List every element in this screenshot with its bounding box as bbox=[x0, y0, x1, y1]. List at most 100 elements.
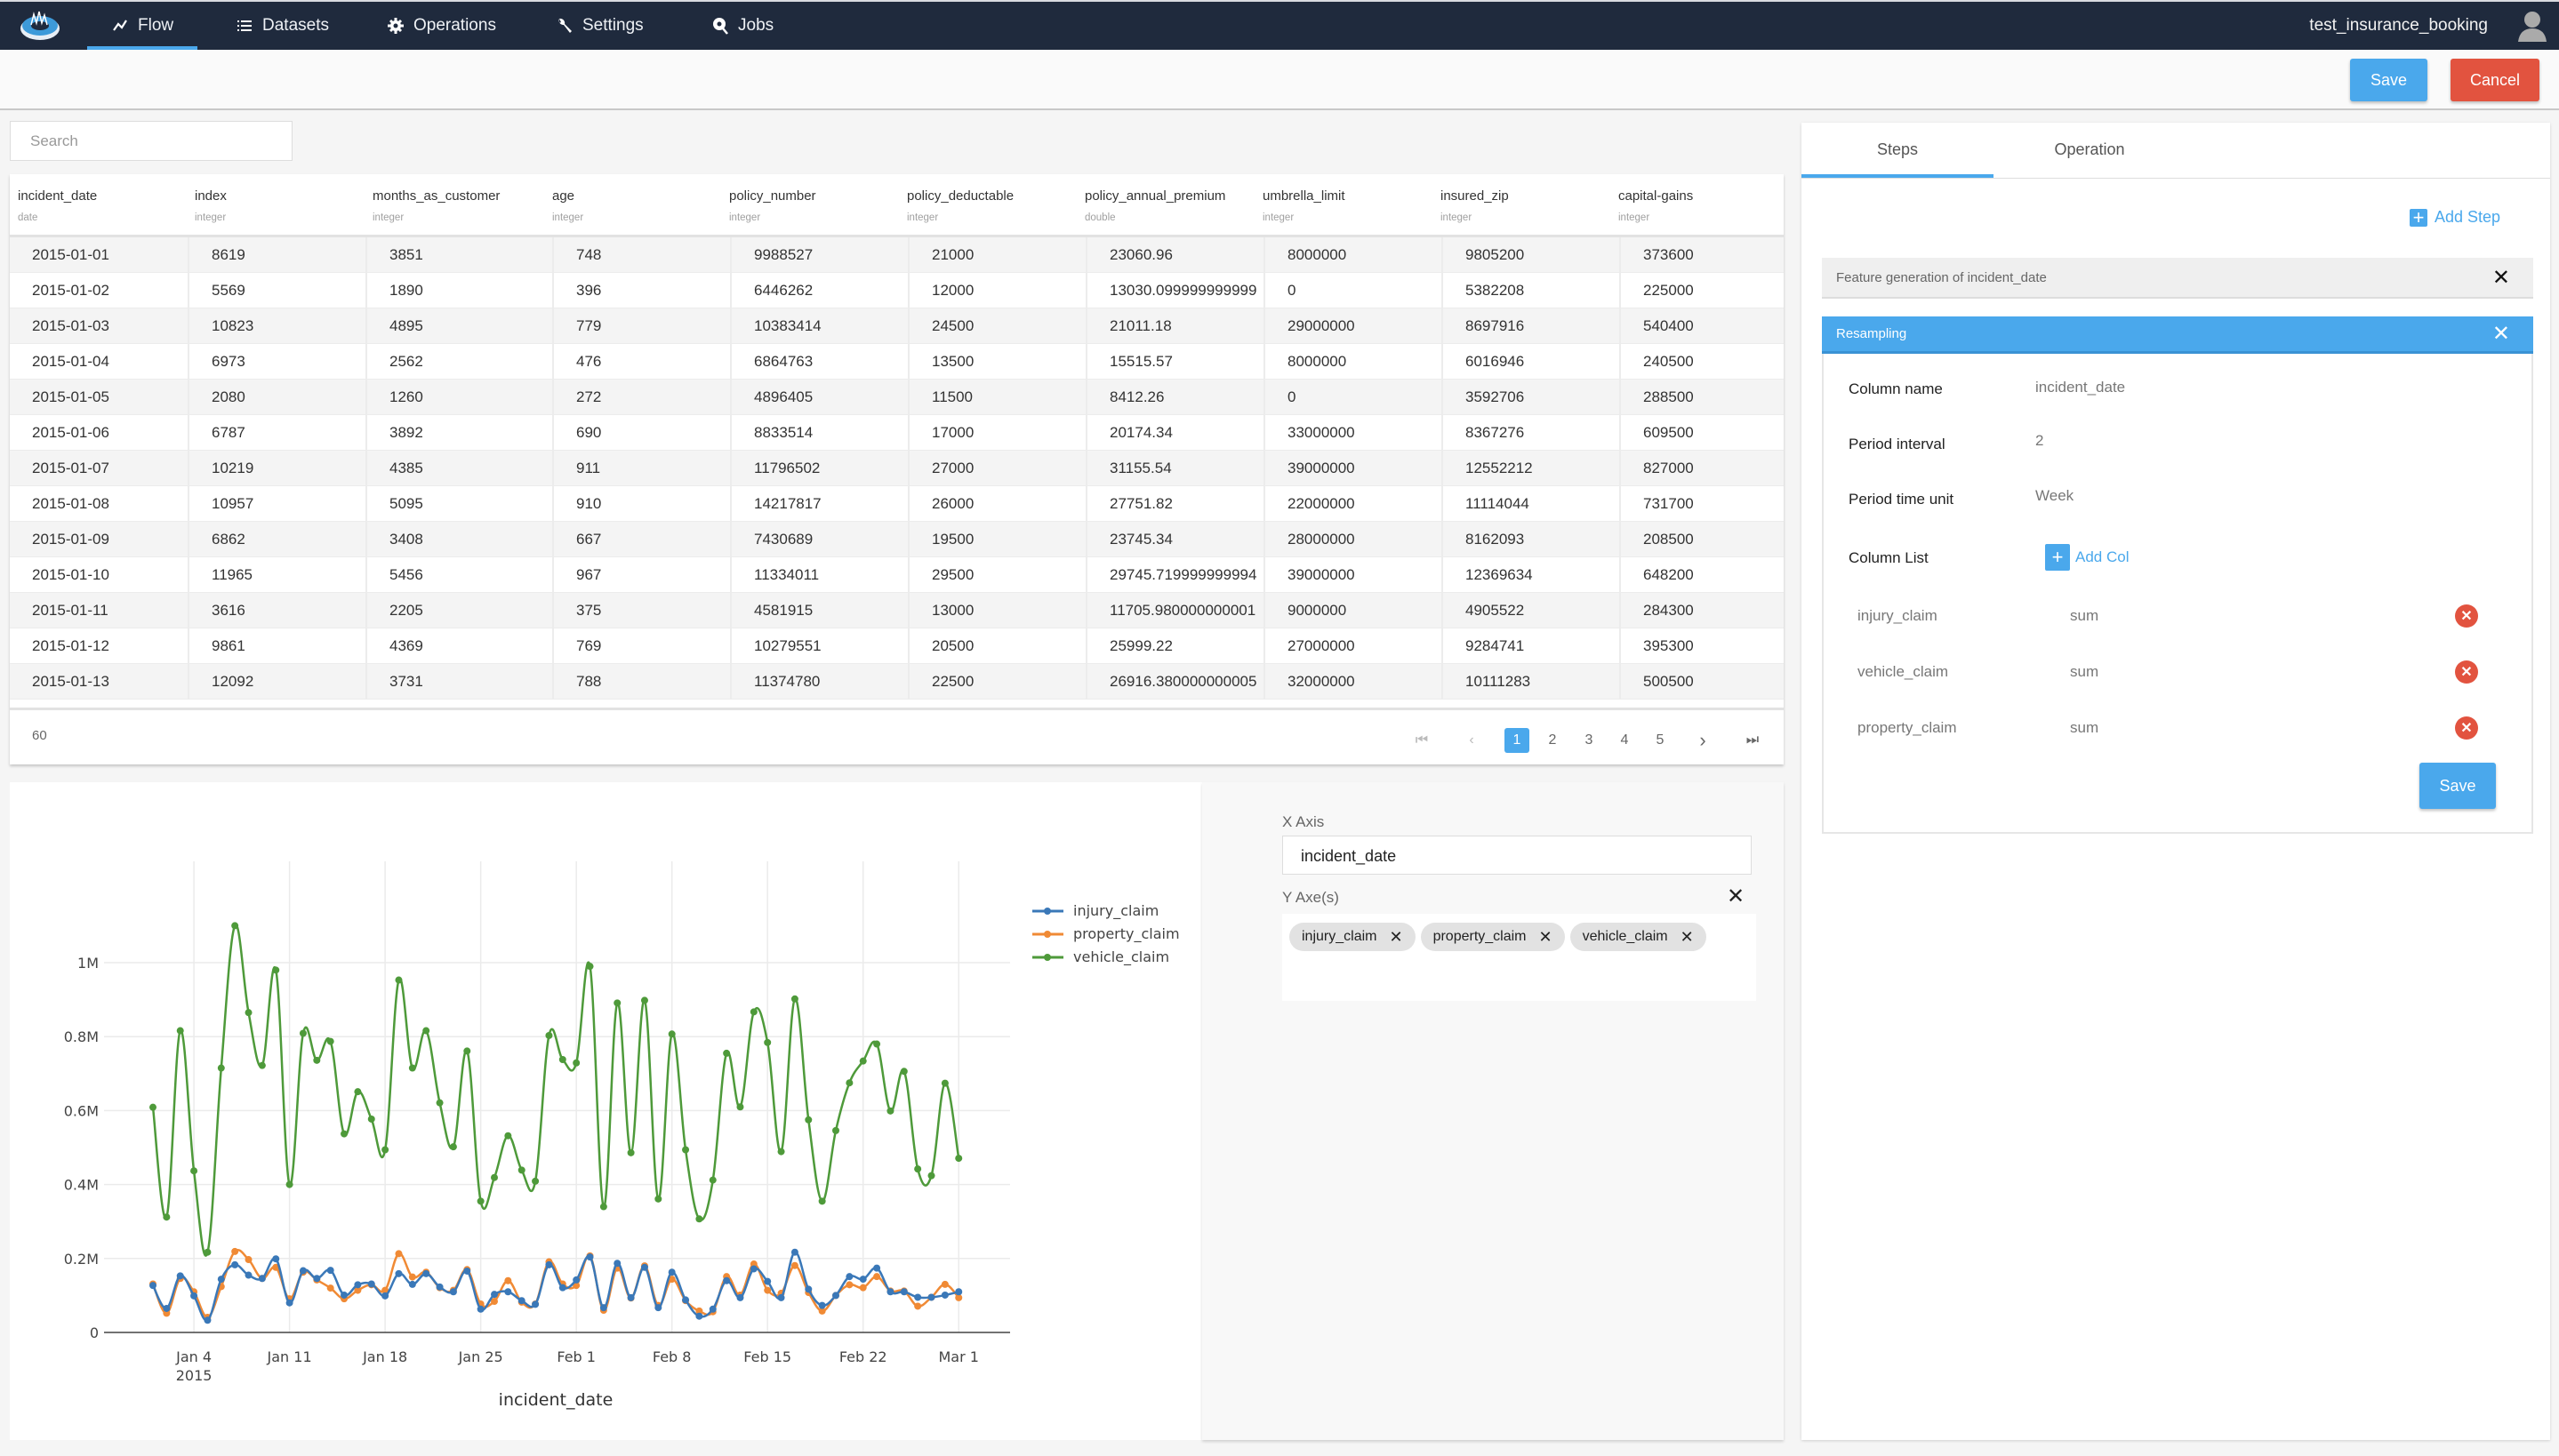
close-icon[interactable]: ✕ bbox=[2492, 265, 2510, 291]
table-cell: 373600 bbox=[1619, 237, 1784, 273]
table-row[interactable]: 2015-01-01 8619 3851 748 9988527 21000 23060.9… bbox=[10, 237, 1784, 273]
remove-column-icon[interactable]: ✕ bbox=[2455, 716, 2478, 740]
nav-operations[interactable]: Operations bbox=[387, 2, 496, 50]
save-button[interactable]: Save bbox=[2350, 59, 2427, 101]
column-name-value[interactable]: incident_date bbox=[2035, 379, 2125, 396]
nav-datasets[interactable]: Datasets bbox=[236, 2, 329, 50]
column-header[interactable]: policy_annual_premium double bbox=[1085, 188, 1225, 223]
column-item-agg[interactable]: sum bbox=[2070, 663, 2098, 681]
cancel-button[interactable]: Cancel bbox=[2451, 59, 2539, 101]
table-cell: 29745.719999999994 bbox=[1086, 557, 1263, 593]
prev-page-icon[interactable]: ‹ bbox=[1459, 728, 1484, 753]
add-step-button[interactable]: + Add Step bbox=[2410, 207, 2500, 227]
step-title: Feature generation of incident_date bbox=[1836, 269, 2047, 285]
table-row[interactable]: 2015-01-04 6973 2562 476 6864763 13500 15515.5… bbox=[10, 344, 1784, 380]
table-cell: 26000 bbox=[908, 486, 1086, 522]
step-feature-generation[interactable]: Feature generation of incident_date ✕ bbox=[1822, 258, 2533, 299]
table-body[interactable]: 2015-01-01 8619 3851 748 9988527 21000 23060.9… bbox=[10, 235, 1784, 707]
table-cell: 690 bbox=[552, 415, 730, 451]
tab-steps[interactable]: Steps bbox=[1801, 123, 1993, 176]
app-logo[interactable] bbox=[18, 7, 62, 43]
data-point-injury_claim bbox=[914, 1293, 922, 1301]
column-item-agg[interactable]: sum bbox=[2070, 719, 2098, 737]
column-header[interactable]: age integer bbox=[552, 188, 583, 223]
column-type: integer bbox=[373, 212, 405, 223]
save-step-button[interactable]: Save bbox=[2419, 763, 2496, 809]
table-row[interactable]: 2015-01-12 9861 4369 769 10279551 20500 25999.… bbox=[10, 628, 1784, 664]
series-line-injury_claim bbox=[151, 1251, 959, 1322]
column-header[interactable]: capital-gains integer bbox=[1618, 188, 1693, 223]
y-axis-chip: property_claim ✕ bbox=[1420, 923, 1565, 951]
remove-column-icon[interactable]: ✕ bbox=[2455, 660, 2478, 684]
data-point-vehicle_claim bbox=[764, 1038, 772, 1046]
step-resampling[interactable]: Resampling ✕ bbox=[1822, 316, 2533, 354]
remove-chip-icon[interactable]: ✕ bbox=[1389, 928, 1402, 947]
column-header[interactable]: policy_deductable integer bbox=[907, 188, 1014, 223]
add-col-button[interactable]: + Add Col bbox=[2045, 544, 2129, 571]
table-row[interactable]: 2015-01-07 10219 4385 911 11796502 27000 31155… bbox=[10, 451, 1784, 486]
table-row[interactable]: 2015-01-06 6787 3892 690 8833514 17000 20174.3… bbox=[10, 415, 1784, 451]
nav-flow[interactable]: Flow bbox=[111, 2, 173, 50]
table-row[interactable]: 2015-01-10 11965 5456 967 11334011 29500 29745… bbox=[10, 557, 1784, 593]
column-item-agg[interactable]: sum bbox=[2070, 607, 2098, 625]
column-header[interactable]: insured_zip integer bbox=[1440, 188, 1509, 223]
tab-operation[interactable]: Operation bbox=[1993, 123, 2186, 176]
table-cell: 911 bbox=[552, 451, 730, 486]
table-row[interactable]: 2015-01-09 6862 3408 667 7430689 19500 23745.3… bbox=[10, 522, 1784, 557]
data-point-injury_claim bbox=[668, 1268, 676, 1276]
column-header[interactable]: months_as_customerinteger bbox=[373, 188, 500, 223]
x-tick-label: Jan 4 bbox=[175, 1348, 212, 1365]
column-name: incident_date bbox=[18, 188, 98, 204]
page-button[interactable]: 3 bbox=[1576, 728, 1601, 753]
column-name: policy_deductable bbox=[907, 188, 1015, 204]
table-row[interactable]: 2015-01-08 10957 5095 910 14217817 26000 27751… bbox=[10, 486, 1784, 522]
table-cell: 2015-01-08 bbox=[32, 495, 109, 512]
line-chart[interactable]: 0 0.2M 0.4M 0.6M 0.8M 1M Jan 4 Jan 11 Jan 18 Jan … bbox=[10, 782, 1202, 1440]
period-unit-value[interactable]: Week bbox=[2035, 487, 2074, 505]
data-point-injury_claim bbox=[217, 1276, 225, 1284]
data-point-property_claim bbox=[764, 1286, 772, 1294]
table-row[interactable]: 2015-01-05 2080 1260 272 4896405 11500 8412.26… bbox=[10, 380, 1784, 415]
table-cell: 395300 bbox=[1619, 628, 1784, 664]
data-point-vehicle_claim bbox=[149, 1103, 156, 1111]
column-name-label: Column name bbox=[1849, 380, 1943, 397]
data-point-vehicle_claim bbox=[217, 1064, 225, 1072]
page-button[interactable]: 5 bbox=[1648, 728, 1673, 753]
data-point-vehicle_claim bbox=[245, 1009, 253, 1017]
nav-settings[interactable]: Settings bbox=[556, 2, 644, 50]
x-axis-select[interactable]: incident_date bbox=[1282, 836, 1752, 875]
table-cell: 27751.82 bbox=[1086, 486, 1263, 522]
search-input[interactable] bbox=[10, 121, 293, 161]
page-button[interactable]: 1 bbox=[1504, 728, 1529, 753]
column-name: months_as_customer bbox=[373, 188, 501, 204]
period-interval-value[interactable]: 2 bbox=[2035, 432, 2043, 450]
table-row[interactable]: 2015-01-13 12092 3731 788 11374780 22500 26916… bbox=[10, 664, 1784, 700]
table-cell: 10383414 bbox=[730, 308, 908, 344]
nav-jobs[interactable]: Jobs bbox=[711, 2, 774, 50]
table-cell: 12000 bbox=[908, 273, 1086, 308]
data-point-injury_claim bbox=[381, 1292, 389, 1300]
remove-chip-icon[interactable]: ✕ bbox=[1539, 928, 1552, 947]
table-row[interactable]: 2015-01-03 10823 4895 779 10383414 24500 21011… bbox=[10, 308, 1784, 344]
remove-chip-icon[interactable]: ✕ bbox=[1681, 928, 1694, 947]
last-page-icon[interactable]: ⏭ bbox=[1740, 728, 1765, 753]
data-point-injury_claim bbox=[777, 1293, 785, 1301]
table-row[interactable]: 2015-01-11 3616 2205 375 4581915 13000 11705.9… bbox=[10, 593, 1784, 628]
column-header[interactable]: policy_number integer bbox=[729, 188, 816, 223]
remove-column-icon[interactable]: ✕ bbox=[2455, 604, 2478, 628]
page-button[interactable]: 2 bbox=[1540, 728, 1565, 753]
column-header[interactable]: umbrella_limit integer bbox=[1263, 188, 1345, 223]
first-page-icon[interactable]: ⏮ bbox=[1409, 728, 1434, 753]
table-cell: 9000000 bbox=[1263, 593, 1441, 628]
clear-y-axes-icon[interactable]: ✕ bbox=[1727, 884, 1745, 909]
column-header[interactable]: index integer bbox=[195, 188, 227, 223]
table-row[interactable]: 2015-01-02 5569 1890 396 6446262 12000 13030.0… bbox=[10, 273, 1784, 308]
table-row[interactable] bbox=[10, 700, 1784, 707]
page-button[interactable]: 4 bbox=[1612, 728, 1637, 753]
next-page-icon[interactable]: › bbox=[1690, 728, 1715, 753]
column-header[interactable]: incident_date date bbox=[18, 188, 97, 223]
close-icon[interactable]: ✕ bbox=[2492, 321, 2510, 347]
user-avatar-icon[interactable] bbox=[2516, 9, 2548, 43]
table-cell: 3892 bbox=[365, 415, 552, 451]
y-axes-select[interactable]: injury_claim ✕ property_claim ✕ vehicle_clai… bbox=[1282, 914, 1756, 1001]
